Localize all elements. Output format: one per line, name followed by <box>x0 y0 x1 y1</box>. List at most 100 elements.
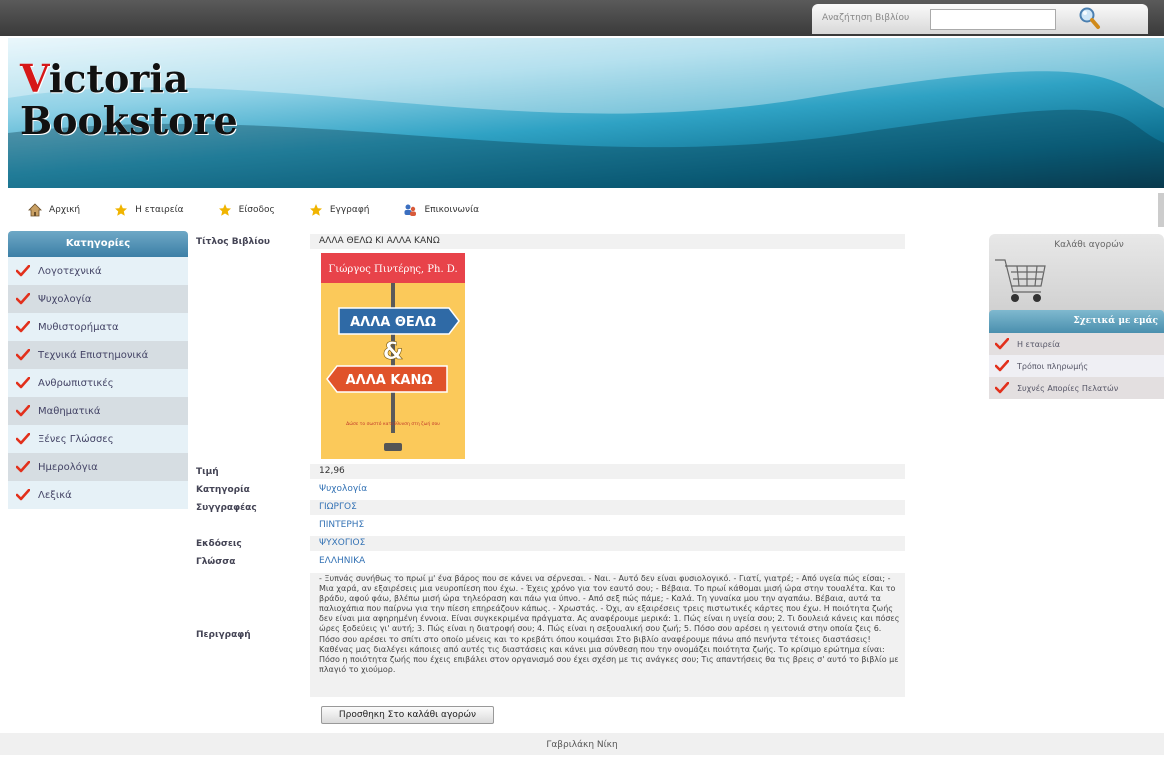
cover-subtitle: Δώσε το σωστό κατεύθυνση στη ζωή σου <box>346 420 440 427</box>
search-input[interactable] <box>930 9 1056 30</box>
cover-amp: & <box>383 337 404 365</box>
nav-home-label: Αρχική <box>49 205 81 215</box>
category-item-label: Μυθιστορήματα <box>38 321 119 333</box>
language-label: Γλώσσα <box>196 556 236 567</box>
checkmark-icon <box>16 293 30 305</box>
price-label: Τιμή <box>196 466 219 477</box>
category-item[interactable]: Ανθρωπιστικές <box>8 369 188 397</box>
author-row: Συγγραφέας ΓΙΩΡΓΟΣ <box>191 500 905 515</box>
shopping-cart-icon <box>995 259 1046 302</box>
book-cover: Γιώργος Πιντέρης, Ph. D. ΑΛΛΑ ΘΕΛΩ & ΑΛΛ… <box>321 253 465 459</box>
checkmark-icon <box>995 360 1009 372</box>
home-icon <box>28 203 42 217</box>
publisher-value[interactable]: ΨΥΧΟΓΙΟΣ <box>310 536 905 551</box>
search-button[interactable] <box>1074 6 1104 30</box>
nav-contact-label: Επικοινωνία <box>424 205 480 215</box>
language-value[interactable]: ΕΛΛΗΝΙΚΑ <box>310 554 905 569</box>
add-to-cart-button[interactable]: Προσθηκη Στο καλάθι αγορών <box>321 706 494 724</box>
cart-box[interactable]: Καλάθι αγορών <box>989 234 1164 314</box>
category-item[interactable]: Ημερολόγια <box>8 453 188 481</box>
title-value: ΑΛΛΑ ΘΕΛΩ ΚΙ ΑΛΛΑ ΚΑΝΩ <box>310 234 905 249</box>
nav-login-label: Είσοδος <box>238 205 275 215</box>
star-icon <box>218 204 231 216</box>
about-list: Η εταιρεία Τρόποι πληρωμής Συχνές Απορίες … <box>989 333 1164 399</box>
logo-line1-rest: ictoria <box>48 56 189 101</box>
star-icon <box>115 204 128 216</box>
category-item-label: Τεχνικά Επιστημονικά <box>38 349 149 361</box>
categories-list: Λογοτεχνικά Ψυχολογία Μυθιστορήματα Τεχνικά… <box>8 257 188 509</box>
nav-home[interactable]: Αρχική <box>28 200 80 220</box>
nav-register[interactable]: Εγγραφή <box>309 200 370 220</box>
top-bar: Αναζήτηση Βιβλίου <box>0 0 1164 36</box>
category-item[interactable]: Ψυχολογία <box>8 285 188 313</box>
scrollbar-thumb[interactable] <box>1158 193 1164 227</box>
publisher-label: Εκδόσεις <box>196 538 242 549</box>
checkmark-icon <box>995 382 1009 394</box>
checkmark-icon <box>16 265 30 277</box>
nav-company-label: Η εταιρεία <box>135 205 184 215</box>
about-item[interactable]: Τρόποι πληρωμής <box>989 355 1164 377</box>
category-item[interactable]: Λογοτεχνικά <box>8 257 188 285</box>
nav-company[interactable]: Η εταιρεία <box>114 200 184 220</box>
footer: Γαβριλάκη Νίκη <box>0 733 1164 755</box>
publisher-row: Εκδόσεις ΨΥΧΟΓΙΟΣ <box>191 536 905 551</box>
category-item-label: Ανθρωπιστικές <box>38 377 114 389</box>
magnifier-icon <box>1079 7 1100 29</box>
author-first-name[interactable]: ΓΙΩΡΓΟΣ <box>310 500 905 515</box>
category-item-label: Μαθηματικά <box>38 405 101 417</box>
description-label: Περιγραφή <box>196 630 251 640</box>
checkmark-icon <box>16 321 30 333</box>
search-label: Αναζήτηση Βιβλίου <box>822 13 910 23</box>
category-item[interactable]: Ξένες Γλώσσες <box>8 425 188 453</box>
categories-header: Κατηγορίες <box>8 231 188 257</box>
category-item-label: Λεξικά <box>38 489 72 501</box>
about-item[interactable]: Η εταιρεία <box>989 333 1164 355</box>
book-details: Τίτλος Βιβλίου ΑΛΛΑ ΘΕΛΩ ΚΙ ΑΛΛΑ ΚΑΝΩ <box>191 234 905 252</box>
author-row-2: ΠΙΝΤΕΡΗΣ <box>191 518 905 533</box>
category-item[interactable]: Μυθιστορήματα <box>8 313 188 341</box>
star-icon <box>309 204 322 216</box>
category-item[interactable]: Λεξικά <box>8 481 188 509</box>
author-last-name[interactable]: ΠΙΝΤΕΡΗΣ <box>310 518 905 533</box>
about-header: Σχετικά με εμάς <box>989 310 1164 333</box>
category-item[interactable]: Τεχνικά Επιστημονικά <box>8 341 188 369</box>
checkmark-icon <box>16 349 30 361</box>
checkmark-icon <box>995 338 1009 350</box>
nav-login[interactable]: Είσοδος <box>218 200 275 220</box>
checkmark-icon <box>16 377 30 389</box>
site-logo[interactable]: Victoria Bookstore <box>20 58 238 142</box>
book-cover-image: Γιώργος Πιντέρης, Ph. D. ΑΛΛΑ ΘΕΛΩ & ΑΛΛ… <box>321 253 465 459</box>
contact-icon <box>404 204 417 216</box>
about-item-label: Η εταιρεία <box>1017 339 1061 349</box>
about-item-label: Συχνές Απορίες Πελατών <box>1017 383 1119 393</box>
search-box: Αναζήτηση Βιβλίου <box>812 4 1148 34</box>
author-label: Συγγραφέας <box>196 502 257 513</box>
category-label: Κατηγορία <box>196 484 250 495</box>
category-item-label: Λογοτεχνικά <box>38 265 102 277</box>
category-item[interactable]: Μαθηματικά <box>8 397 188 425</box>
checkmark-icon <box>16 489 30 501</box>
logo-first-letter: V <box>20 56 49 101</box>
category-value[interactable]: Ψυχολογία <box>310 482 905 497</box>
description-text: - Ξυπνάς συνήθως το πρωί μ' ένα βάρος πο… <box>310 573 905 697</box>
checkmark-icon <box>16 461 30 473</box>
logo-line1: Victoria <box>20 58 238 100</box>
publisher-logo-icon <box>384 443 402 451</box>
category-item-label: Ημερολόγια <box>38 461 98 473</box>
category-item-label: Ψυχολογία <box>38 293 92 305</box>
checkmark-icon <box>16 433 30 445</box>
title-row: Τίτλος Βιβλίου ΑΛΛΑ ΘΕΛΩ ΚΙ ΑΛΛΑ ΚΑΝΩ <box>191 234 905 249</box>
categories-sidebar: Κατηγορίες Λογοτεχνικά Ψυχολογία Μυθιστορή… <box>8 231 188 509</box>
header-banner: Victoria Bookstore <box>8 38 1164 188</box>
cover-author: Γιώργος Πιντέρης, Ph. D. <box>328 264 457 275</box>
nav-contact[interactable]: Επικοινωνία <box>403 200 479 220</box>
category-row: Κατηγορία Ψυχολογία <box>191 482 905 497</box>
book-info: Τιμή 12,96 Κατηγορία Ψυχολογία Συγγραφέα… <box>191 464 905 572</box>
about-item[interactable]: Συχνές Απορίες Πελατών <box>989 377 1164 399</box>
description-row: Περιγραφή - Ξυπνάς συνήθως το πρωί μ' έν… <box>191 573 905 697</box>
cover-line1: ΑΛΛΑ ΘΕΛΩ <box>350 315 436 330</box>
price-value: 12,96 <box>310 464 905 479</box>
main-nav: Αρχική Η εταιρεία Είσοδος Εγγραφή Επικοι… <box>28 200 513 220</box>
price-row: Τιμή 12,96 <box>191 464 905 479</box>
nav-register-label: Εγγραφή <box>329 205 370 215</box>
